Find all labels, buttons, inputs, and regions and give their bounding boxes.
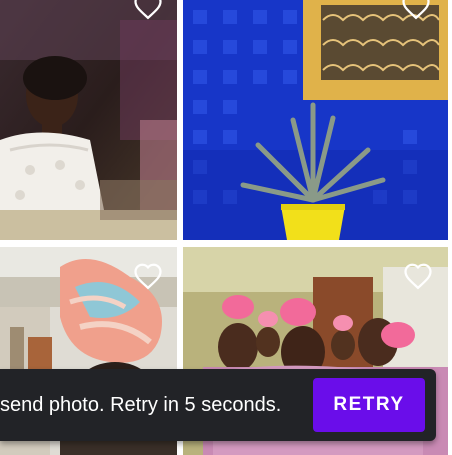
photo-tile-bride[interactable] bbox=[0, 0, 177, 240]
photo-bride-image bbox=[0, 0, 177, 240]
photo-aloe-image bbox=[183, 0, 448, 240]
photo-tile-aloe[interactable] bbox=[183, 0, 448, 240]
retry-button[interactable]: RETRY bbox=[313, 378, 425, 432]
snackbar-message: send photo. Retry in 5 seconds. bbox=[0, 394, 282, 416]
favorite-heart-icon[interactable] bbox=[403, 262, 433, 290]
favorite-heart-icon[interactable] bbox=[133, 0, 163, 20]
error-snackbar: send photo. Retry in 5 seconds. RETRY bbox=[0, 369, 436, 441]
favorite-heart-icon[interactable] bbox=[133, 262, 163, 290]
favorite-heart-icon[interactable] bbox=[401, 0, 431, 20]
